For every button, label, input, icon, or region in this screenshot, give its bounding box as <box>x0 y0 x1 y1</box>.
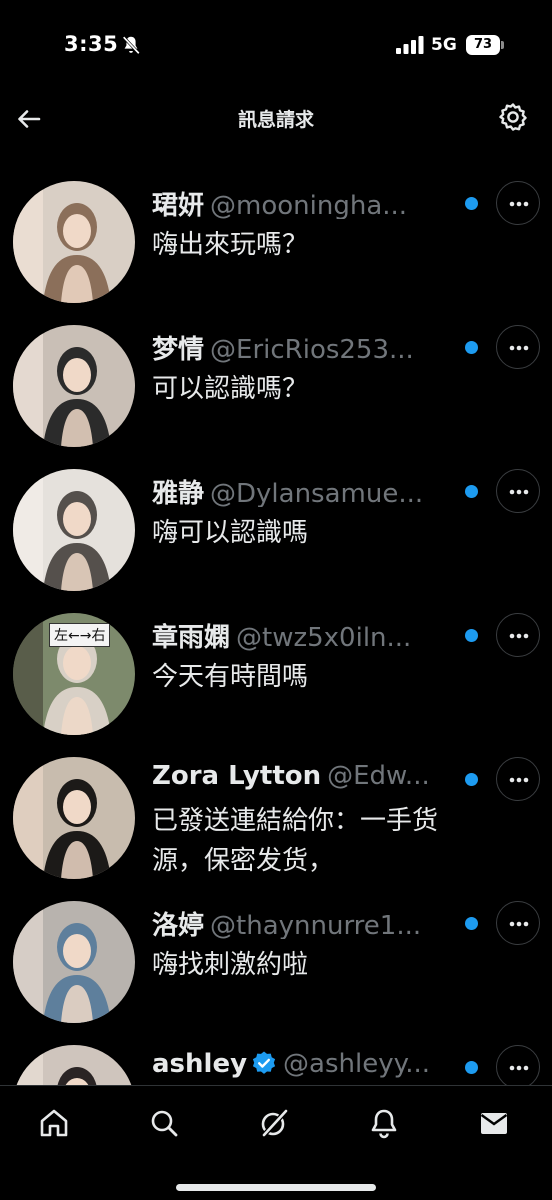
message-request-row[interactable]: Zora Lytton @Edw... 已發送連結給你：一手货源，保密发货， <box>0 741 552 885</box>
grok-icon[interactable] <box>257 1106 291 1140</box>
battery-icon: 73 <box>466 35 504 55</box>
sender-line: 雅静 @Dylansamue... <box>152 473 452 507</box>
bell-muted-icon <box>122 36 140 55</box>
avatar[interactable] <box>13 325 135 447</box>
gear-icon[interactable] <box>496 100 530 134</box>
sender-line: 珺妍 @mooningha... <box>152 185 452 219</box>
unread-dot <box>465 917 478 930</box>
avatar[interactable] <box>13 181 135 303</box>
avatar[interactable] <box>13 901 135 1023</box>
search-icon[interactable] <box>147 1106 181 1140</box>
more-horizontal-icon <box>509 1065 529 1071</box>
sender-handle: @Dylansamue... <box>210 479 424 507</box>
message-preview: 嗨可以認識嗎 <box>152 518 309 548</box>
sender-name: 珺妍 <box>152 191 205 219</box>
more-horizontal-icon <box>509 201 529 207</box>
more-horizontal-icon <box>509 489 529 495</box>
sender-handle: @twz5x0iln... <box>236 623 412 651</box>
sender-line: 洛婷 @thaynnurre1... <box>152 905 452 939</box>
network-type: 5G <box>431 35 457 55</box>
sender-line: ashley @ashleyy... <box>152 1049 452 1083</box>
notifications-icon[interactable] <box>367 1106 401 1140</box>
more-options-button[interactable] <box>496 757 540 801</box>
sender-line: 梦情 @EricRios253... <box>152 329 452 363</box>
more-options-button[interactable] <box>496 1045 540 1085</box>
avatar[interactable]: 左←→右 <box>13 613 135 735</box>
sender-name: Zora Lytton <box>152 761 322 791</box>
unread-dot <box>465 341 478 354</box>
message-request-row[interactable]: 梦情 @EricRios253... 可以認識嗎？ <box>0 309 552 453</box>
unread-dot <box>465 629 478 642</box>
message-request-row[interactable]: 珺妍 @mooningha... 嗨出來玩嗎？ <box>0 165 552 309</box>
battery-level: 73 <box>466 35 500 55</box>
unread-dot <box>465 197 478 210</box>
avatar[interactable] <box>13 757 135 879</box>
more-horizontal-icon <box>509 921 529 927</box>
avatar[interactable] <box>13 469 135 591</box>
message-request-row[interactable]: 左←→右 章雨嫻 @twz5x0iln... 今天有時間嗎 <box>0 597 552 741</box>
home-indicator <box>176 1184 376 1191</box>
more-options-button[interactable] <box>496 613 540 657</box>
verified-badge-icon <box>252 1051 276 1074</box>
more-options-button[interactable] <box>496 325 540 369</box>
page-title: 訊息請求 <box>237 109 314 131</box>
unread-dot <box>465 485 478 498</box>
sender-name: 雅静 <box>152 479 205 507</box>
sender-handle: @mooningha... <box>210 191 408 219</box>
sender-line: Zora Lytton @Edw... <box>152 761 452 795</box>
unread-dot <box>465 1061 478 1074</box>
status-bar: 3:35 5G 73 <box>0 0 552 92</box>
home-icon[interactable] <box>37 1106 71 1140</box>
sender-handle: @EricRios253... <box>210 335 414 363</box>
sender-handle: @Edw... <box>327 761 430 791</box>
more-horizontal-icon <box>509 345 529 351</box>
cell-signal-icon <box>396 36 424 54</box>
message-preview: 嗨找刺激約啦 <box>152 950 309 980</box>
header: 訊息請求 <box>0 92 552 148</box>
sender-handle: @thaynnurre1... <box>210 911 422 939</box>
message-preview: 可以認識嗎？ <box>152 374 309 404</box>
sender-line: 章雨嫻 @twz5x0iln... <box>152 617 452 651</box>
message-request-row[interactable]: ashley @ashleyy... <box>0 1029 552 1085</box>
more-options-button[interactable] <box>496 181 540 225</box>
more-options-button[interactable] <box>496 469 540 513</box>
sender-name: 洛婷 <box>152 911 205 939</box>
bottom-nav <box>0 1085 552 1200</box>
message-request-row[interactable]: 洛婷 @thaynnurre1... 嗨找刺激約啦 <box>0 885 552 1029</box>
sender-handle: @ashleyy... <box>283 1049 431 1079</box>
message-preview: 嗨出來玩嗎？ <box>152 230 309 260</box>
status-time: 3:35 <box>64 32 119 56</box>
avatar[interactable] <box>13 1045 135 1085</box>
message-requests-list: 珺妍 @mooningha... 嗨出來玩嗎？ 梦情 @EricRios253... 可以… <box>0 165 552 1085</box>
unread-dot <box>465 773 478 786</box>
message-request-row[interactable]: 雅静 @Dylansamue... 嗨可以認識嗎 <box>0 453 552 597</box>
message-preview: 已發送連結給你：一手货源，保密发货， <box>152 806 439 876</box>
message-preview: 今天有時間嗎 <box>152 662 309 692</box>
more-horizontal-icon <box>509 777 529 783</box>
sender-name: 章雨嫻 <box>152 623 231 651</box>
sender-name: 梦情 <box>152 335 205 363</box>
avatar-sign-text: 左←→右 <box>49 623 111 647</box>
more-options-button[interactable] <box>496 901 540 945</box>
messages-icon[interactable] <box>477 1106 511 1140</box>
more-horizontal-icon <box>509 633 529 639</box>
sender-name: ashley <box>152 1049 248 1079</box>
